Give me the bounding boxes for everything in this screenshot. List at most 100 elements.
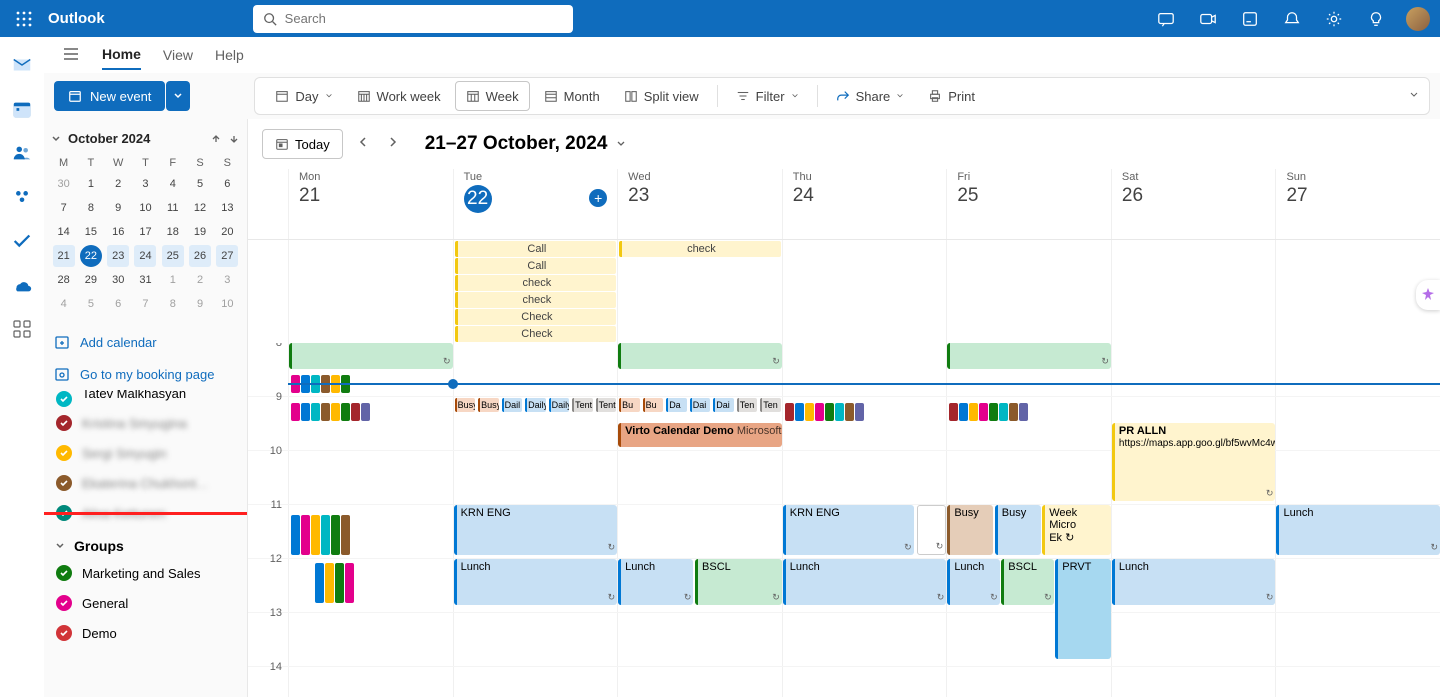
new-event-button[interactable]: New event — [54, 81, 165, 111]
time-slot[interactable]: KRN ENG↻↻ — [782, 505, 947, 558]
calendar-event[interactable]: Ten — [737, 398, 758, 412]
mini-cal-day[interactable]: 9 — [105, 196, 132, 220]
mini-cal-day[interactable]: 27 — [214, 244, 241, 268]
time-slot[interactable] — [288, 613, 453, 666]
time-slot[interactable] — [1275, 397, 1440, 450]
time-slot[interactable] — [1111, 451, 1276, 504]
mini-cal-day[interactable]: 10 — [132, 196, 159, 220]
time-slot[interactable]: Lunch↻Lunch↻ — [1111, 559, 1276, 612]
calendar-list-item[interactable]: Sergi Smyugin — [50, 438, 241, 468]
mini-cal-day[interactable]: 4 — [159, 172, 186, 196]
calendar-list-item[interactable]: Ekaterina Chukhont... — [50, 468, 241, 498]
time-slot[interactable] — [453, 667, 618, 697]
time-slot[interactable] — [1275, 559, 1440, 612]
view-month[interactable]: Month — [534, 81, 610, 111]
allday-event[interactable]: check — [619, 241, 781, 257]
time-slot[interactable] — [782, 667, 947, 697]
time-slot[interactable] — [946, 667, 1111, 697]
time-slot[interactable]: BusyBusyDailDailyDailyTentTent — [453, 397, 618, 450]
allday-column[interactable]: CallCallcheckcheckCheckCheck — [453, 240, 618, 343]
mini-cal-day[interactable]: 26 — [186, 244, 213, 268]
teams-chat-icon[interactable] — [1154, 7, 1178, 31]
allday-column[interactable] — [946, 240, 1111, 343]
mini-cal-day[interactable]: 8 — [77, 196, 104, 220]
calendar-event[interactable]: Lunch↻ — [1276, 505, 1440, 555]
menu-help[interactable]: Help — [215, 41, 244, 69]
tips-icon[interactable] — [1364, 7, 1388, 31]
mini-cal-day[interactable]: 3 — [214, 268, 241, 292]
day-header[interactable]: Thu24 — [782, 169, 947, 239]
search-box[interactable] — [253, 5, 573, 33]
mini-cal-day[interactable]: 25 — [159, 244, 186, 268]
calendar-event[interactable]: ↻ — [289, 343, 453, 369]
calendar-event[interactable]: Lunch↻ — [618, 559, 693, 605]
time-slot[interactable] — [1111, 613, 1276, 666]
mini-cal-day[interactable]: 10 — [214, 292, 241, 316]
view-week[interactable]: Week — [455, 81, 530, 111]
calendar-event[interactable]: Bu — [643, 398, 664, 412]
mini-cal-day[interactable]: 1 — [159, 268, 186, 292]
calendar-event[interactable]: BSCL↻ — [1001, 559, 1053, 605]
quick-add-icon[interactable]: + — [589, 189, 607, 207]
calendar-event[interactable]: Lunch↻ — [947, 559, 999, 605]
time-slot[interactable] — [617, 667, 782, 697]
time-slot[interactable] — [1275, 451, 1440, 504]
time-slot[interactable]: BusyBusyWeekMicroEk ↻ — [946, 505, 1111, 558]
time-slot[interactable] — [617, 451, 782, 504]
allday-event[interactable]: Call — [455, 258, 617, 274]
calendar-event[interactable]: Da — [666, 398, 687, 412]
mini-cal-day[interactable]: 2 — [105, 172, 132, 196]
mini-cal-day[interactable]: 6 — [105, 292, 132, 316]
day-header[interactable]: Sun27 — [1275, 169, 1440, 239]
time-slot[interactable] — [288, 451, 453, 504]
app-launcher[interactable] — [10, 5, 38, 33]
time-slot[interactable] — [946, 451, 1111, 504]
rail-onedrive-icon[interactable] — [8, 271, 36, 299]
today-button[interactable]: Today — [262, 129, 343, 159]
share-button[interactable]: Share — [826, 81, 915, 111]
view-work-week[interactable]: Work week — [347, 81, 451, 111]
next-week-icon[interactable] — [383, 131, 403, 157]
rail-todo-icon[interactable] — [8, 227, 36, 255]
calendar-event[interactable]: Tent — [572, 398, 593, 412]
calendar-event[interactable]: Ten — [760, 398, 781, 412]
mini-calendar[interactable]: MTWTFSS 30123456789101112131415161718192… — [50, 154, 241, 316]
settings-icon[interactable] — [1322, 7, 1346, 31]
mini-cal-day[interactable]: 11 — [159, 196, 186, 220]
mini-cal-day[interactable]: 15 — [77, 220, 104, 244]
calendar-list-item[interactable]: Tatev Malkhasyan — [50, 390, 241, 408]
rail-mail-icon[interactable] — [8, 51, 36, 79]
mini-cal-day[interactable]: 20 — [214, 220, 241, 244]
mini-cal-day[interactable]: 6 — [214, 172, 241, 196]
mini-cal-day[interactable]: 7 — [132, 292, 159, 316]
group-list-item[interactable]: Marketing and Sales — [50, 558, 241, 588]
allday-column[interactable] — [782, 240, 947, 343]
time-slot[interactable] — [288, 559, 453, 612]
copilot-badge[interactable] — [1416, 280, 1440, 310]
mini-cal-day[interactable]: 21 — [50, 244, 77, 268]
mini-cal-day[interactable]: 14 — [50, 220, 77, 244]
notes-icon[interactable] — [1238, 7, 1262, 31]
calendar-event[interactable]: Lunch↻ — [1112, 559, 1276, 605]
mini-cal-day[interactable]: 31 — [132, 268, 159, 292]
time-slot[interactable]: Lunch↻ — [453, 559, 618, 612]
booking-page-link[interactable]: Go to my booking page — [50, 358, 241, 390]
time-slot[interactable] — [782, 397, 947, 450]
groups-header[interactable]: Groups — [50, 528, 241, 558]
allday-column[interactable]: check — [617, 240, 782, 343]
group-list-item[interactable]: General — [50, 588, 241, 618]
time-slot[interactable] — [782, 613, 947, 666]
time-slot[interactable] — [617, 613, 782, 666]
calendar-event[interactable]: Busy — [478, 398, 499, 412]
calendar-event[interactable]: Lunch↻ — [783, 559, 947, 605]
time-slot[interactable] — [946, 613, 1111, 666]
allday-event[interactable]: Check — [455, 326, 617, 342]
calendar-list-item[interactable]: Kristina Smyugina — [50, 408, 241, 438]
time-slot[interactable] — [617, 505, 782, 558]
mini-cal-day[interactable]: 28 — [50, 268, 77, 292]
mini-cal-day[interactable]: 12 — [186, 196, 213, 220]
time-slot[interactable] — [1111, 667, 1276, 697]
calendar-event[interactable]: KRN ENG↻ — [454, 505, 618, 555]
time-slot[interactable] — [288, 667, 453, 697]
time-slot[interactable] — [782, 343, 947, 396]
